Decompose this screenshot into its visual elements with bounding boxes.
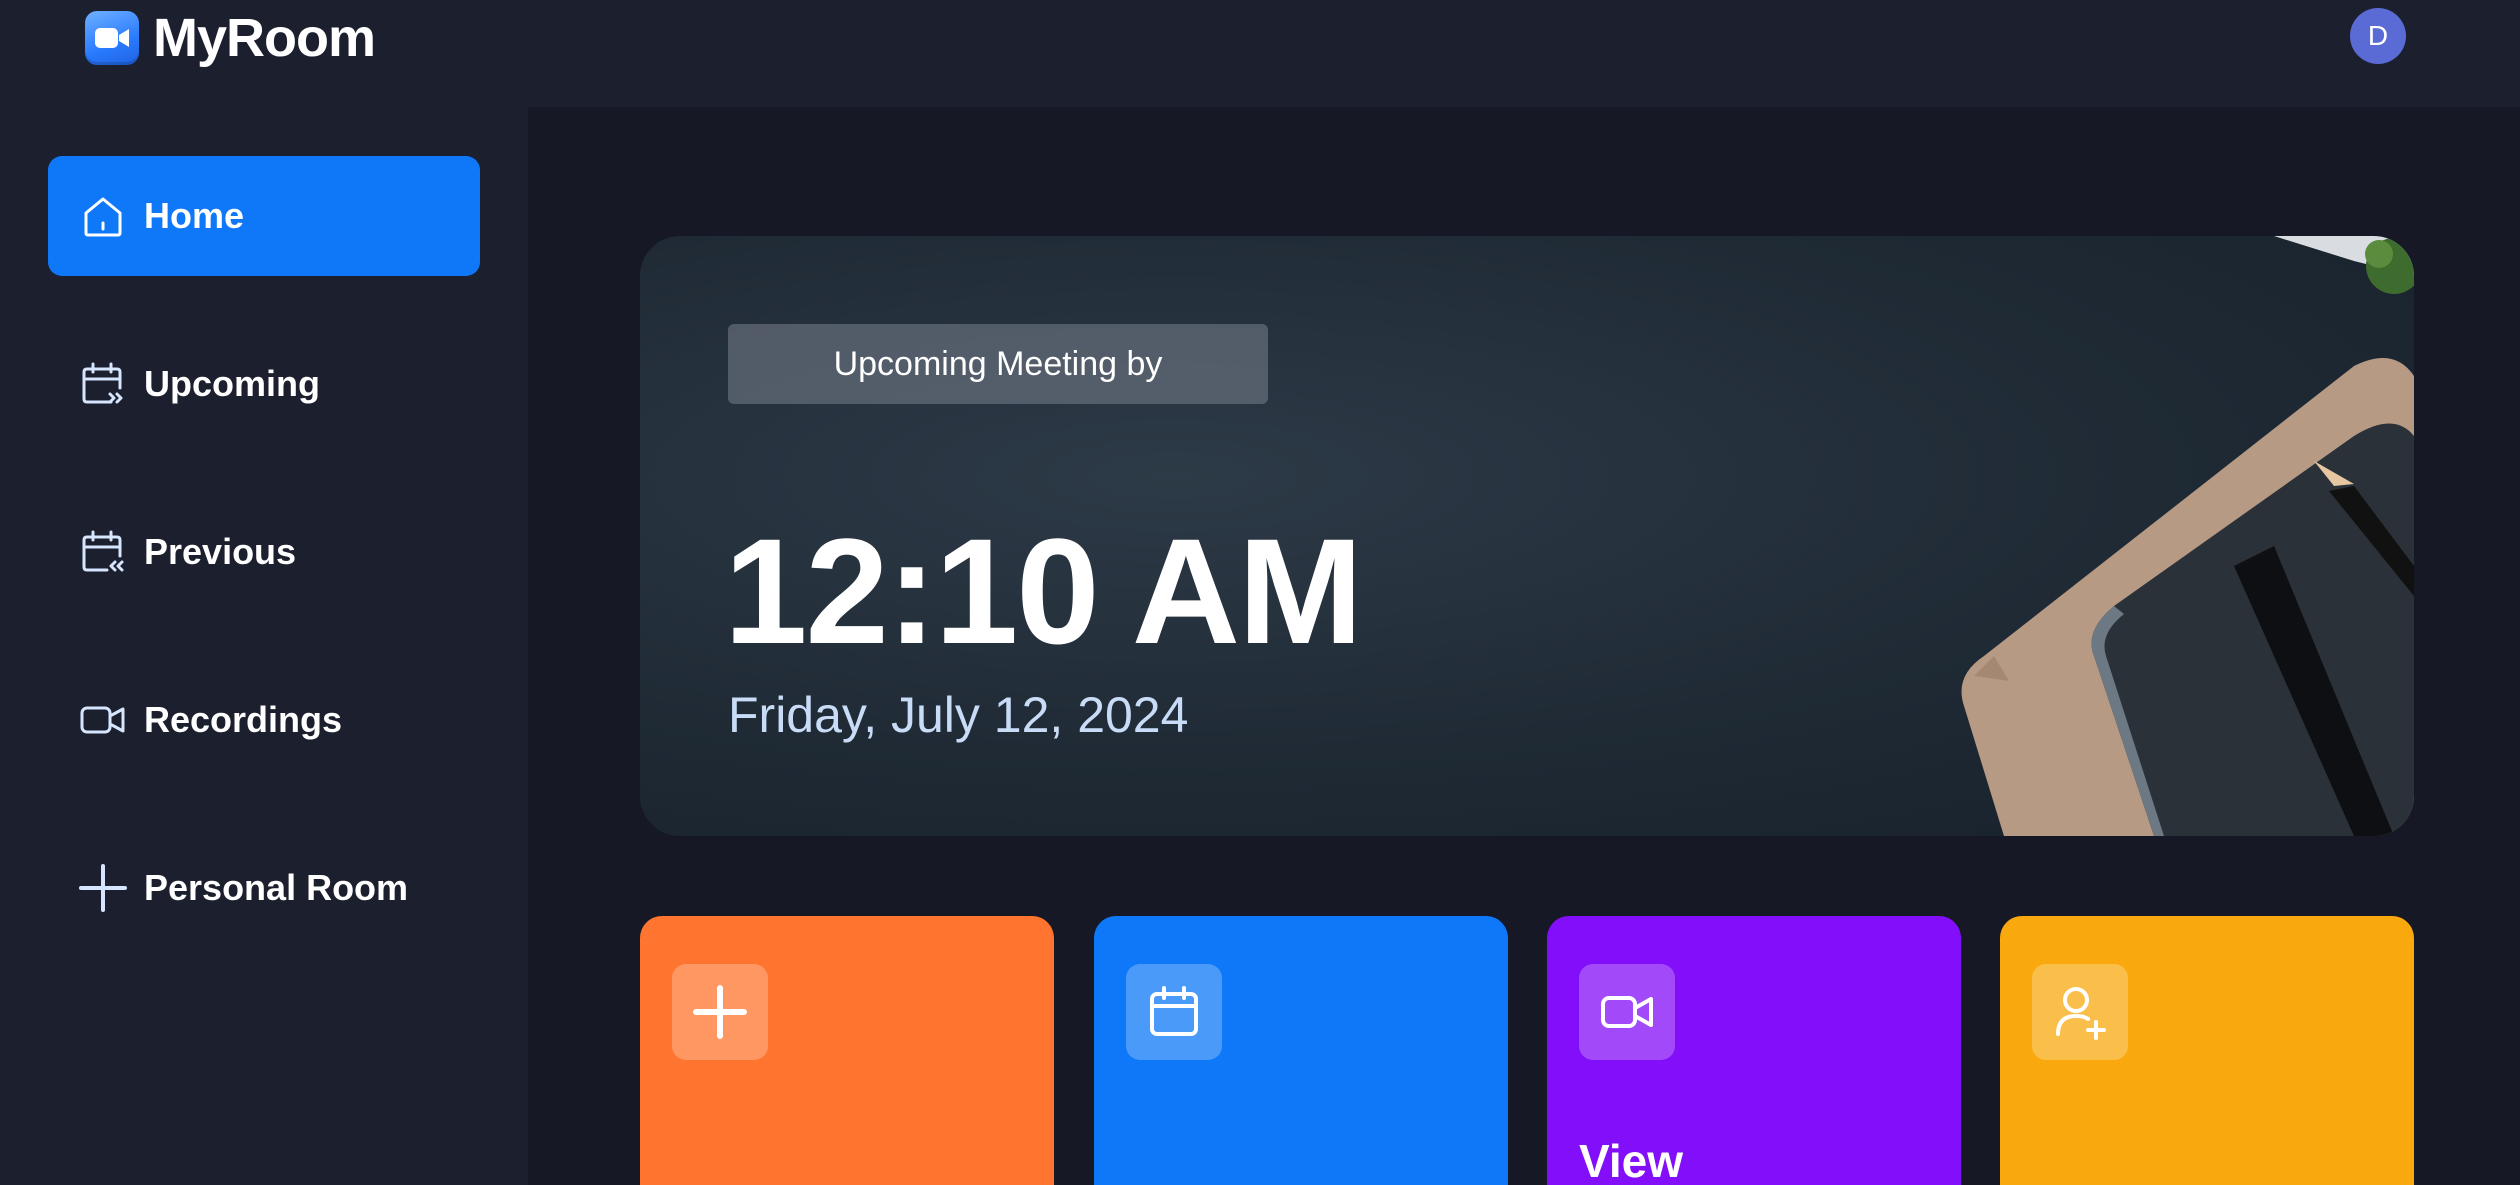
plus-icon	[672, 964, 768, 1060]
sidebar-item-recordings[interactable]: Recordings	[48, 660, 480, 780]
plus-icon	[78, 863, 128, 913]
current-time: 12:10 AM	[724, 507, 1363, 675]
sidebar-item-label: Home	[144, 195, 245, 236]
upcoming-meeting-badge: Upcoming Meeting by	[728, 324, 1268, 404]
home-icon	[78, 191, 128, 241]
top-bar: MyRoom D	[0, 0, 2520, 107]
calendar-icon	[1126, 964, 1222, 1060]
calendar-back-icon	[78, 527, 128, 577]
app-name: MyRoom	[153, 8, 376, 68]
video-icon	[78, 695, 128, 745]
sidebar-item-home[interactable]: Home	[48, 156, 480, 276]
video-camera-icon	[85, 11, 139, 65]
card-title: View	[1579, 1135, 1683, 1185]
user-avatar[interactable]: D	[2350, 8, 2406, 64]
view-recordings-card[interactable]: View	[1547, 916, 1961, 1185]
new-meeting-card[interactable]	[640, 916, 1054, 1185]
sidebar-item-upcoming[interactable]: Upcoming	[48, 324, 480, 444]
sidebar-item-label: Personal Room	[144, 867, 409, 908]
sidebar-item-label: Recordings	[144, 699, 343, 740]
sidebar-item-label: Upcoming	[144, 363, 320, 404]
sidebar: Home Upcoming Previous Recordings Person…	[0, 107, 528, 1185]
hero-banner: Upcoming Meeting by 12:10 AM Friday, Jul…	[640, 236, 2414, 836]
desk-illustration	[1961, 236, 2414, 836]
add-user-icon	[2032, 964, 2128, 1060]
schedule-meeting-card[interactable]	[1094, 916, 1508, 1185]
calendar-forward-icon	[78, 359, 128, 409]
join-meeting-card[interactable]	[2000, 916, 2414, 1185]
sidebar-item-personal-room[interactable]: Personal Room	[48, 828, 480, 948]
sidebar-item-label: Previous	[144, 531, 297, 572]
current-date: Friday, July 12, 2024	[728, 687, 1189, 743]
sidebar-item-previous[interactable]: Previous	[48, 492, 480, 612]
video-icon	[1579, 964, 1675, 1060]
app-logo[interactable]: MyRoom	[85, 8, 376, 68]
